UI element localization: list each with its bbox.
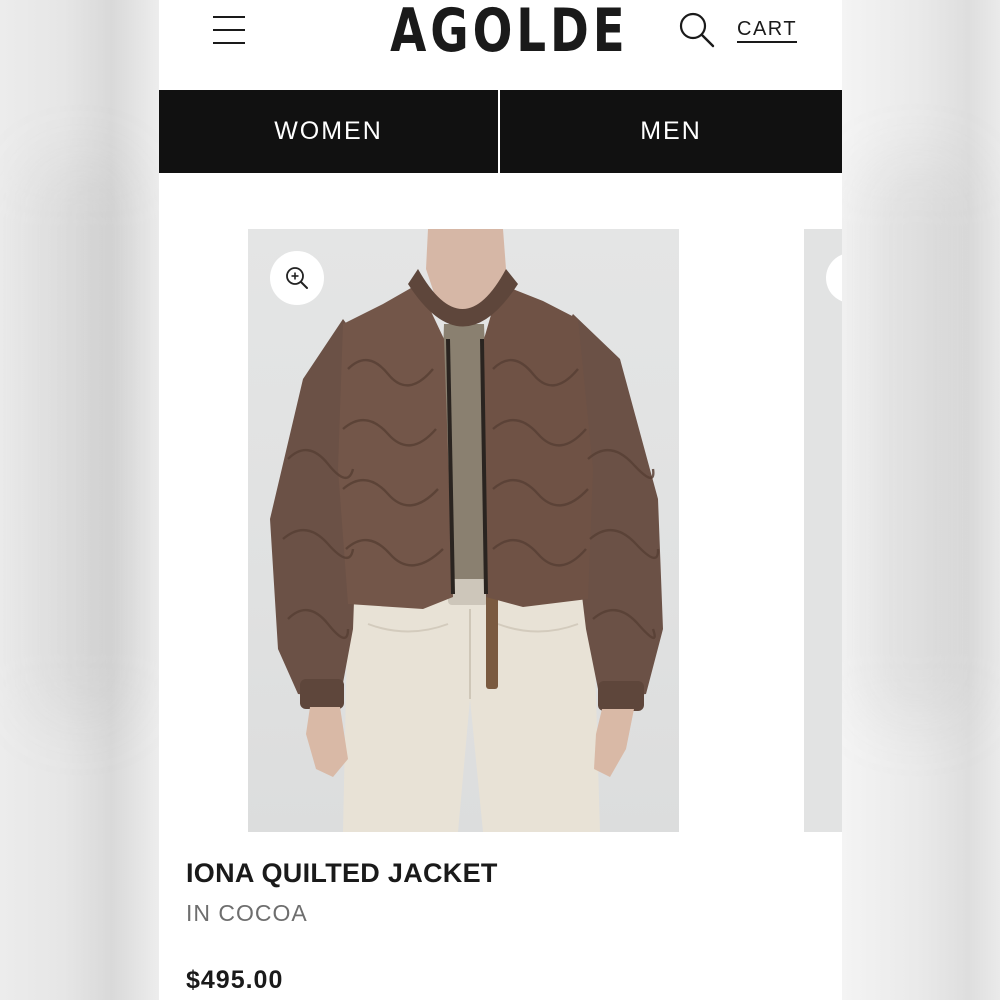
product-page: AGOLDE CART WOMEN MEN IONA QUILTED JACKE… bbox=[159, 0, 842, 1000]
category-nav: WOMEN MEN bbox=[159, 90, 842, 173]
zoom-button[interactable] bbox=[270, 251, 324, 305]
product-photo bbox=[270, 229, 663, 832]
product-price: $495.00 bbox=[186, 966, 284, 994]
background-shadow bbox=[862, 160, 972, 720]
product-color: IN COCOA bbox=[186, 900, 308, 926]
background-shadow bbox=[30, 160, 130, 720]
tab-men[interactable]: MEN bbox=[500, 90, 842, 173]
blurred-background-left bbox=[0, 0, 159, 1000]
blurred-background-right bbox=[842, 0, 1000, 1000]
tab-women-label: WOMEN bbox=[274, 117, 383, 145]
cart-link[interactable]: CART bbox=[737, 18, 798, 43]
product-image[interactable] bbox=[248, 229, 679, 832]
search-icon[interactable] bbox=[677, 10, 717, 50]
zoom-in-icon bbox=[286, 267, 308, 289]
menu-icon-line bbox=[213, 29, 245, 31]
menu-icon-line bbox=[213, 42, 245, 44]
zoom-button-peek[interactable] bbox=[826, 253, 842, 303]
next-product-image-peek[interactable] bbox=[804, 229, 842, 832]
menu-icon-line bbox=[213, 16, 245, 18]
tab-men-label: MEN bbox=[640, 117, 702, 145]
tab-women[interactable]: WOMEN bbox=[159, 90, 498, 173]
product-title[interactable]: IONA QUILTED JACKET bbox=[186, 858, 498, 889]
brand-logo[interactable]: AGOLDE bbox=[390, 0, 625, 68]
menu-icon[interactable] bbox=[211, 14, 247, 46]
site-header: AGOLDE CART bbox=[159, 0, 842, 90]
